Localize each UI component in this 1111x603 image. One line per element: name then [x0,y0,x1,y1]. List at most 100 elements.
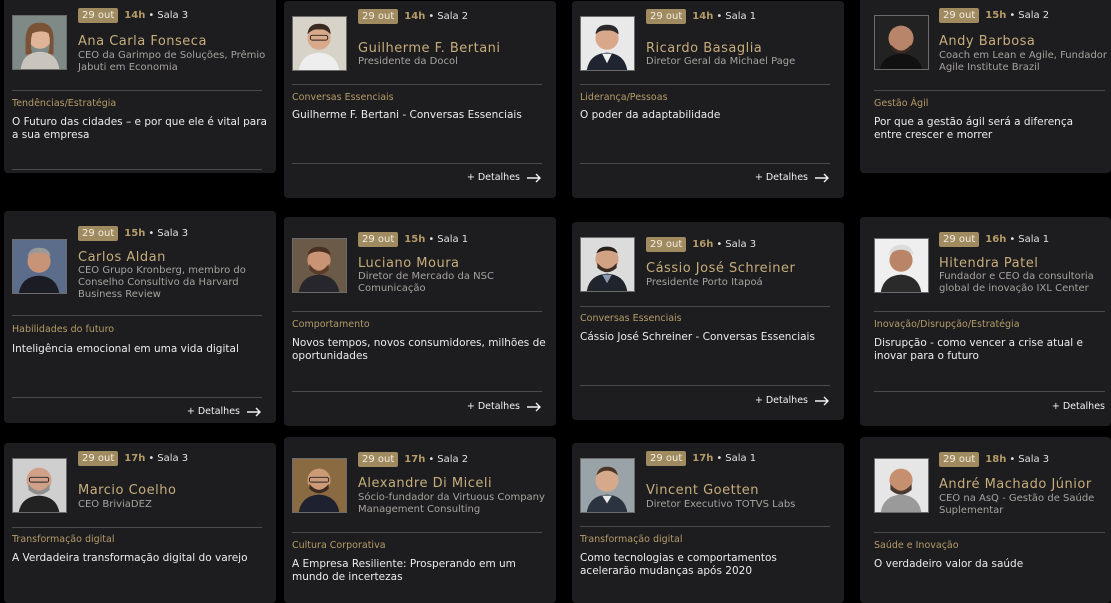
session-time: 17h [404,454,426,465]
divider [580,526,830,527]
session-room: Sala 3 [157,228,189,239]
divider [292,391,542,392]
speaker-name: Alexandre Di Miceli [358,476,493,491]
details-link[interactable]: + Detalhes [467,172,542,183]
speaker-card[interactable]: 29 out 17h • Sala 3 Marcio Coelho CEO Brivi… [4,443,276,603]
session-topic: A Empresa Resiliente: Prosperando em um … [292,558,516,583]
speaker-card[interactable]: 29 out 17h • Sala 2 Alexandre Di Miceli Sóc… [284,437,556,603]
session-tag: Cultura Corporativa [292,540,386,551]
session-tag: Inovação/Disrupção/Estratégia [874,319,1020,330]
details-link[interactable]: + Detalhes [755,172,830,183]
speaker-name: Carlos Aldan [78,250,166,265]
details-link[interactable]: + Detalhes [1052,401,1105,412]
divider [12,397,262,398]
speaker-photo [580,16,635,71]
session-time: 14h [692,11,714,22]
date-badge: 29 out [358,9,399,24]
details-link[interactable]: + Detalhes [755,395,830,406]
session-room: Sala 1 [725,11,757,22]
session-tag: Gestão Ágil [874,98,929,109]
speaker-card[interactable]: 29 out 15h • Sala 2 Andy Barbosa Coach em L… [860,0,1111,173]
speaker-name: Luciano Moura [358,256,460,271]
date-badge: 29 out [78,8,119,23]
session-tag: Transformação digital [580,534,683,545]
date-badge: 29 out [646,451,687,466]
speaker-name: Ana Carla Fonseca [78,34,207,49]
speaker-name: Cássio José Schreiner [646,261,796,276]
divider [874,532,1105,533]
session-room: Sala 3 [157,10,189,21]
session-time: 16h [692,239,714,250]
speaker-role: Diretor Executivo TOTVS Labs [646,499,796,510]
speaker-card[interactable]: 29 out 14h • Sala 3 Ana Carla Fonseca CEO d… [4,0,276,173]
session-tag: Saúde e Inovação [874,540,959,551]
session-topic: Guilherme F. Bertani - Conversas Essenci… [292,109,522,121]
speaker-role: Coach em Lean e Agile, Fundador Agile In… [939,50,1108,73]
session-time: 16h [985,234,1007,245]
speaker-role: Sócio-fundador da Virtuous Company Manag… [358,492,545,515]
arrow-right-icon [814,173,830,183]
speaker-role: CEO na AsQ - Gestão de Saúde Suplementar [939,493,1095,516]
speaker-card[interactable]: 29 out 14h • Sala 2 Guilherme F. Bertani Pr… [284,1,556,198]
speaker-photo [874,238,929,293]
speaker-name: Hitendra Patel [939,256,1039,271]
speaker-card[interactable]: 29 out 16h • Sala 1 Hitendra Patel Fundador… [860,217,1111,426]
session-time: 15h [985,10,1007,21]
session-time: 14h [124,10,146,21]
speaker-photo [874,15,929,70]
arrow-right-icon [526,173,542,183]
speaker-name: Guilherme F. Bertani [358,41,501,56]
speaker-role: Diretor de Mercado da NSC Comunicação [358,271,494,294]
details-link[interactable]: + Detalhes [187,406,262,417]
session-topic: Por que a gestão ágil será a diferença e… [874,116,1074,141]
session-tag: Tendências/Estratégia [12,98,117,109]
speaker-name: Vincent Goetten [646,483,760,498]
arrow-right-icon [526,402,542,412]
session-time: 17h [692,453,714,464]
session-room: Sala 2 [1018,10,1050,21]
session-tag: Conversas Essenciais [580,313,682,324]
divider [874,311,1105,312]
session-tag: Comportamento [292,319,370,330]
date-badge: 29 out [646,237,687,252]
speaker-name: Ricardo Basaglia [646,41,763,56]
session-time: 14h [404,11,426,22]
speaker-photo [292,16,347,71]
session-room: Sala 3 [725,239,757,250]
speaker-card[interactable]: 29 out 14h • Sala 1 Ricardo Basaglia Direto… [572,1,844,198]
session-topic: O Futuro das cidades – e por que ele é v… [12,116,267,141]
speaker-card[interactable]: 29 out 16h • Sala 3 Cássio José Schreiner P… [572,222,844,420]
divider [292,311,542,312]
date-badge: 29 out [78,451,119,466]
speaker-role: Diretor Geral da Michael Page [646,56,796,67]
speaker-role: Fundador e CEO da consultoria global de … [939,271,1094,294]
divider [580,306,830,307]
speaker-card[interactable]: 29 out 15h • Sala 3 Carlos Aldan CEO Grupo … [4,211,276,423]
divider [874,391,1105,392]
divider [12,90,262,91]
speaker-card[interactable]: 29 out 15h • Sala 1 Luciano Moura Diretor d… [284,217,556,426]
date-badge: 29 out [939,452,980,467]
speaker-name: Andy Barbosa [939,34,1036,49]
speaker-role: CEO da Garimpo de Soluções, Prêmio Jabut… [78,50,266,73]
divider [580,163,830,164]
session-time: 17h [124,453,146,464]
speaker-card[interactable]: 29 out 18h • Sala 3 André Machado Júnior CE… [860,437,1111,603]
arrow-right-icon [246,407,262,417]
speaker-photo [874,458,929,513]
speaker-photo [292,238,347,293]
session-room: Sala 1 [437,234,469,245]
divider [12,527,262,528]
speaker-card[interactable]: 29 out 17h • Sala 1 Vincent Goetten Diretor… [572,443,844,603]
speaker-photo [580,237,635,292]
session-room: Sala 3 [1018,454,1050,465]
session-room: Sala 3 [157,453,189,464]
divider [292,532,542,533]
divider [580,84,830,85]
session-topic: O verdadeiro valor da saúde [874,558,1024,570]
speaker-role: CEO Grupo Kronberg, membro do Conselho C… [78,265,246,300]
session-room: Sala 1 [1018,234,1050,245]
speaker-name: André Machado Júnior [939,477,1092,492]
details-link[interactable]: + Detalhes [467,401,542,412]
speaker-photo [12,458,67,513]
